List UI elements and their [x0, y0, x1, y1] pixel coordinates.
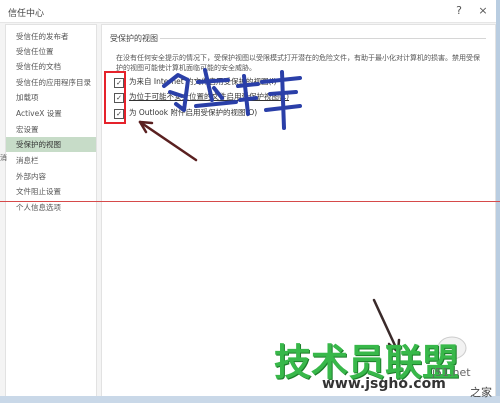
- handwriting-annotation: [162, 68, 302, 130]
- watermark-corner-text: 之家: [470, 386, 492, 399]
- watermark-url: www.jsgho.com: [322, 376, 446, 392]
- annotation-arrow-upper: [138, 120, 198, 162]
- watermark-side-text: j51.net: [432, 366, 471, 379]
